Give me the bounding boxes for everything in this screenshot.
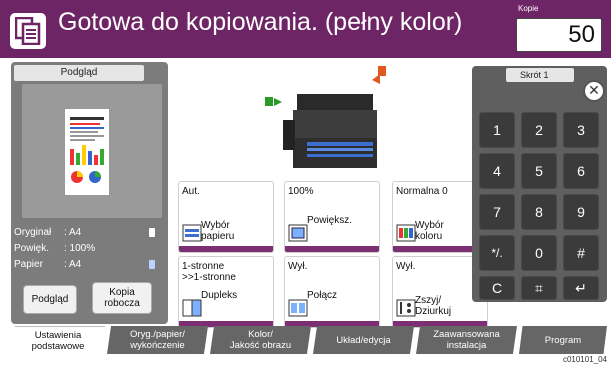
key-0[interactable]: 0 <box>521 235 557 271</box>
tile-accent-bar <box>179 246 273 252</box>
copies-label: Kopie <box>518 4 539 13</box>
staple-icon <box>396 299 416 317</box>
copies-count-field[interactable]: 50 <box>516 18 602 52</box>
key-7[interactable]: 7 <box>479 194 515 230</box>
clear-button[interactable]: C <box>479 276 515 300</box>
color-select-icon <box>396 224 416 242</box>
tab-layout-edit[interactable]: Układ/edycja <box>313 326 414 354</box>
tile-accent-bar <box>285 246 379 252</box>
enter-icon[interactable]: ↵ <box>563 276 599 300</box>
info-paper: Papier: A4 <box>14 259 82 270</box>
preview-page-thumbnail <box>65 109 109 195</box>
output-tray-icon <box>265 95 283 109</box>
info-original: Oryginał: A4 <box>14 227 82 238</box>
duplex-icon <box>182 299 202 317</box>
tab-original-paper-finishing[interactable]: Oryg./papier/wykończenie <box>107 326 208 354</box>
copy-icon <box>10 13 46 49</box>
function-tabs: Ustawienia podstawowe Oryg./papier/wykońc… <box>11 326 611 354</box>
paper-icon <box>149 260 155 269</box>
tab-color-image-quality[interactable]: Kolor/Jakość obrazu <box>210 326 311 354</box>
grid-icon[interactable]: ⌗ <box>521 276 557 300</box>
status-title: Gotowa do kopiowania. (pełny kolor) <box>58 8 463 36</box>
key-decimal[interactable]: */. <box>479 235 515 271</box>
tab-advanced-setup[interactable]: Zaawansowana instalacja <box>416 326 517 354</box>
paper-selection-tile[interactable]: Aut. Wybór papieru <box>178 181 274 253</box>
shortcut-1-button[interactable]: Skrót 1 <box>506 68 574 82</box>
key-2[interactable]: 2 <box>521 112 557 148</box>
original-feed-icon <box>372 66 388 84</box>
preview-button[interactable]: Podgląd <box>23 285 77 314</box>
key-9[interactable]: 9 <box>563 194 599 230</box>
key-3[interactable]: 3 <box>563 112 599 148</box>
key-1[interactable]: 1 <box>479 112 515 148</box>
paper-select-icon <box>182 224 202 242</box>
zoom-icon <box>288 224 308 242</box>
page-orientation-icon <box>149 228 155 237</box>
zoom-tile[interactable]: 100% Powiększ. <box>284 181 380 253</box>
close-icon[interactable]: ✕ <box>583 80 605 102</box>
duplex-tile[interactable]: 1-stronne >>1-stronne Dupleks <box>178 256 274 328</box>
tab-basic-settings[interactable]: Ustawienia podstawowe <box>11 326 105 354</box>
combine-tile[interactable]: Wył. Połącz <box>284 256 380 328</box>
printer-device-icon <box>283 84 393 170</box>
info-zoom: Powięk.: 100% <box>14 243 96 254</box>
key-5[interactable]: 5 <box>521 153 557 189</box>
preview-heading: Podgląd <box>14 65 144 81</box>
draft-copy-button[interactable]: Kopia robocza <box>92 282 152 314</box>
key-hash[interactable]: # <box>563 235 599 271</box>
key-6[interactable]: 6 <box>563 153 599 189</box>
key-8[interactable]: 8 <box>521 194 557 230</box>
combine-icon <box>288 299 308 317</box>
tab-program[interactable]: Program <box>519 326 607 354</box>
key-4[interactable]: 4 <box>479 153 515 189</box>
figure-code: c010101_04 <box>562 355 607 364</box>
